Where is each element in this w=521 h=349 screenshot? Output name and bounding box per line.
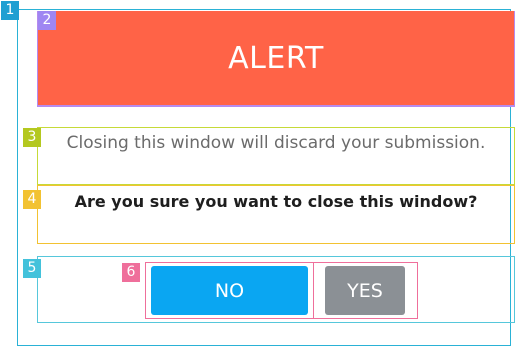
annotation-tag-2: 2 (38, 11, 56, 30)
alert-dialog-screen: 1 2 ALERT 3 Closing this window will dis… (0, 0, 521, 349)
annotation-tag-3: 3 (23, 128, 41, 147)
alert-title: ALERT (228, 40, 324, 76)
question-region: 4 Are you sure you want to close this wi… (23, 185, 515, 244)
message-region: 3 Closing this window will discard your … (23, 127, 515, 185)
annotation-tag-4: 4 (23, 190, 41, 209)
annotation-tag-1: 1 (1, 1, 19, 20)
alert-header: 2 ALERT (37, 11, 515, 107)
annotation-tag-6: 6 (122, 263, 140, 282)
yes-button[interactable]: YES (325, 266, 405, 315)
annotation-tag-5: 5 (23, 259, 41, 278)
discard-warning-text: Closing this window will discard your su… (66, 133, 486, 153)
no-button[interactable]: NO (151, 266, 308, 315)
confirm-close-question: Are you sure you want to close this wind… (74, 192, 478, 211)
button-group: 6 NO YES (122, 262, 418, 319)
button-group-divider (313, 263, 314, 318)
